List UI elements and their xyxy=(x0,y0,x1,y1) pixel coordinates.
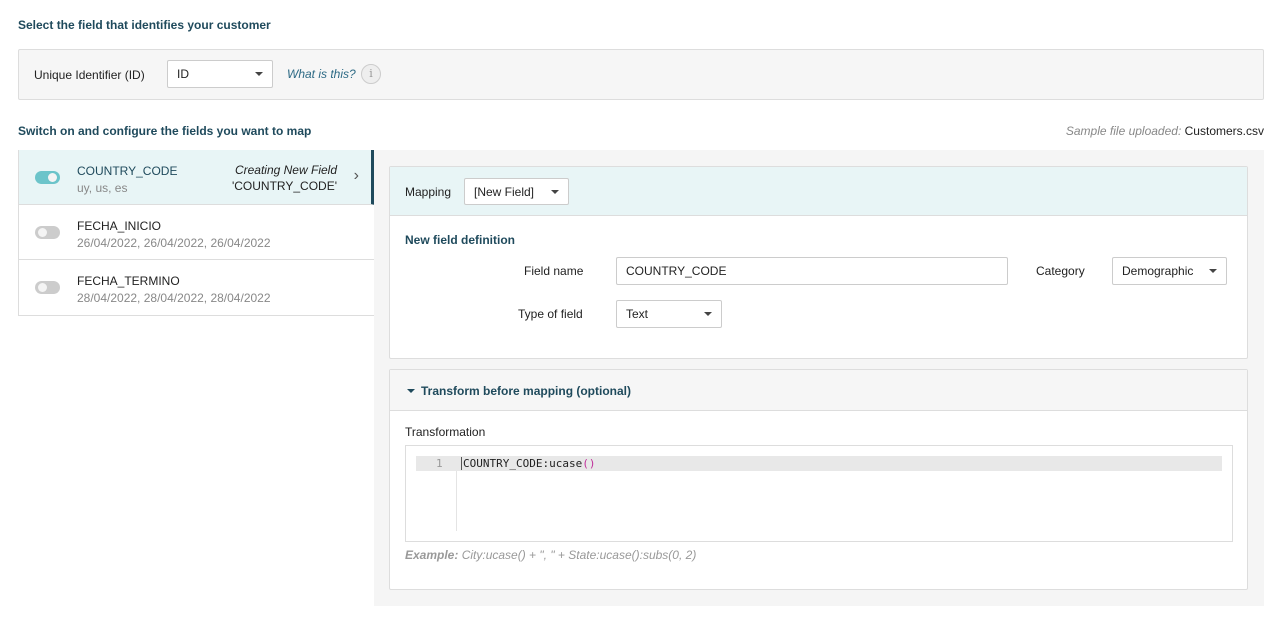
identifier-label: Unique Identifier (ID) xyxy=(34,68,145,82)
what-is-this-link[interactable]: What is this? xyxy=(287,67,356,81)
field-row-fecha-termino[interactable]: FECHA_TERMINO 28/04/2022, 28/04/2022, 28… xyxy=(19,260,374,315)
code-editor[interactable]: 1 COUNTRY_CODE:ucase() xyxy=(405,445,1233,542)
sample-file-info: Sample file uploaded: Customers.csv xyxy=(1066,124,1264,138)
sample-file-label: Sample file uploaded: xyxy=(1065,124,1182,138)
field-toggle[interactable] xyxy=(35,171,60,184)
line-number: 1 xyxy=(436,457,443,470)
field-row-fecha-inicio[interactable]: FECHA_INICIO 26/04/2022, 26/04/2022, 26/… xyxy=(19,205,374,260)
example-text: City:ucase() + ", " + State:ucase():subs… xyxy=(461,548,697,562)
type-label: Type of field xyxy=(518,307,583,321)
fields-heading: Switch on and configure the fields you w… xyxy=(18,124,312,138)
identifier-value: ID xyxy=(177,67,189,81)
chevron-down-icon xyxy=(551,189,559,194)
transformation-label: Transformation xyxy=(405,425,486,439)
transform-heading: Transform before mapping (optional) xyxy=(421,384,632,398)
chevron-down-icon xyxy=(255,72,263,76)
code-text: COUNTRY_CODE:ucase xyxy=(463,457,583,470)
field-list: COUNTRY_CODE uy, us, es Creating New Fie… xyxy=(18,150,375,316)
mapping-header: Mapping [New Field] xyxy=(390,167,1247,216)
category-label: Category xyxy=(1036,264,1085,278)
chevron-down-icon xyxy=(1209,269,1217,273)
code-line: COUNTRY_CODE:ucase() xyxy=(461,457,595,470)
chevron-right-icon: › xyxy=(353,167,359,184)
identifier-select[interactable]: ID xyxy=(167,60,273,88)
mapping-select[interactable]: [New Field] xyxy=(464,178,569,205)
field-name: COUNTRY_CODE xyxy=(77,164,178,178)
field-name: FECHA_TERMINO xyxy=(77,274,180,288)
mapping-card: Mapping [New Field] New field definition… xyxy=(389,166,1248,359)
example-label: Example: xyxy=(405,548,459,562)
mapping-value: [New Field] xyxy=(474,184,535,199)
field-name: FECHA_INICIO xyxy=(77,219,162,233)
field-name-label: Field name xyxy=(524,264,584,278)
field-row-country-code[interactable]: COUNTRY_CODE uy, us, es Creating New Fie… xyxy=(19,150,375,205)
field-name-input[interactable]: COUNTRY_CODE xyxy=(616,257,1008,285)
field-status: Creating New Field xyxy=(234,163,337,177)
code-parens: () xyxy=(582,457,596,470)
type-select[interactable]: Text xyxy=(616,300,722,328)
category-value: Demographic xyxy=(1122,264,1194,278)
chevron-down-icon xyxy=(704,312,712,316)
field-toggle[interactable] xyxy=(35,281,60,294)
field-sample: 28/04/2022, 28/04/2022, 28/04/2022 xyxy=(77,291,271,305)
field-name-value: COUNTRY_CODE xyxy=(626,264,727,278)
sample-file-name: Customers.csv xyxy=(1184,124,1264,138)
example-hint: Example: City:ucase() + ", " + State:uca… xyxy=(405,548,696,562)
mapping-label: Mapping xyxy=(405,185,452,199)
field-toggle[interactable] xyxy=(35,226,60,239)
transform-header[interactable]: Transform before mapping (optional) xyxy=(390,370,1247,411)
type-value: Text xyxy=(626,307,649,321)
identifier-heading: Select the field that identifies your cu… xyxy=(18,18,271,32)
info-icon[interactable]: i xyxy=(361,64,381,84)
identifier-panel: Unique Identifier (ID) ID What is this? … xyxy=(18,49,1264,100)
field-sample: uy, us, es xyxy=(77,181,128,195)
category-select[interactable]: Demographic xyxy=(1112,257,1227,285)
field-status-name: 'COUNTRY_CODE' xyxy=(231,179,337,193)
field-sample: 26/04/2022, 26/04/2022, 26/04/2022 xyxy=(77,236,271,250)
mapping-panel: Mapping [New Field] New field definition… xyxy=(374,150,1264,606)
caret-down-icon xyxy=(407,389,415,393)
transform-card: Transform before mapping (optional) Tran… xyxy=(389,369,1248,590)
definition-heading: New field definition xyxy=(405,233,515,247)
